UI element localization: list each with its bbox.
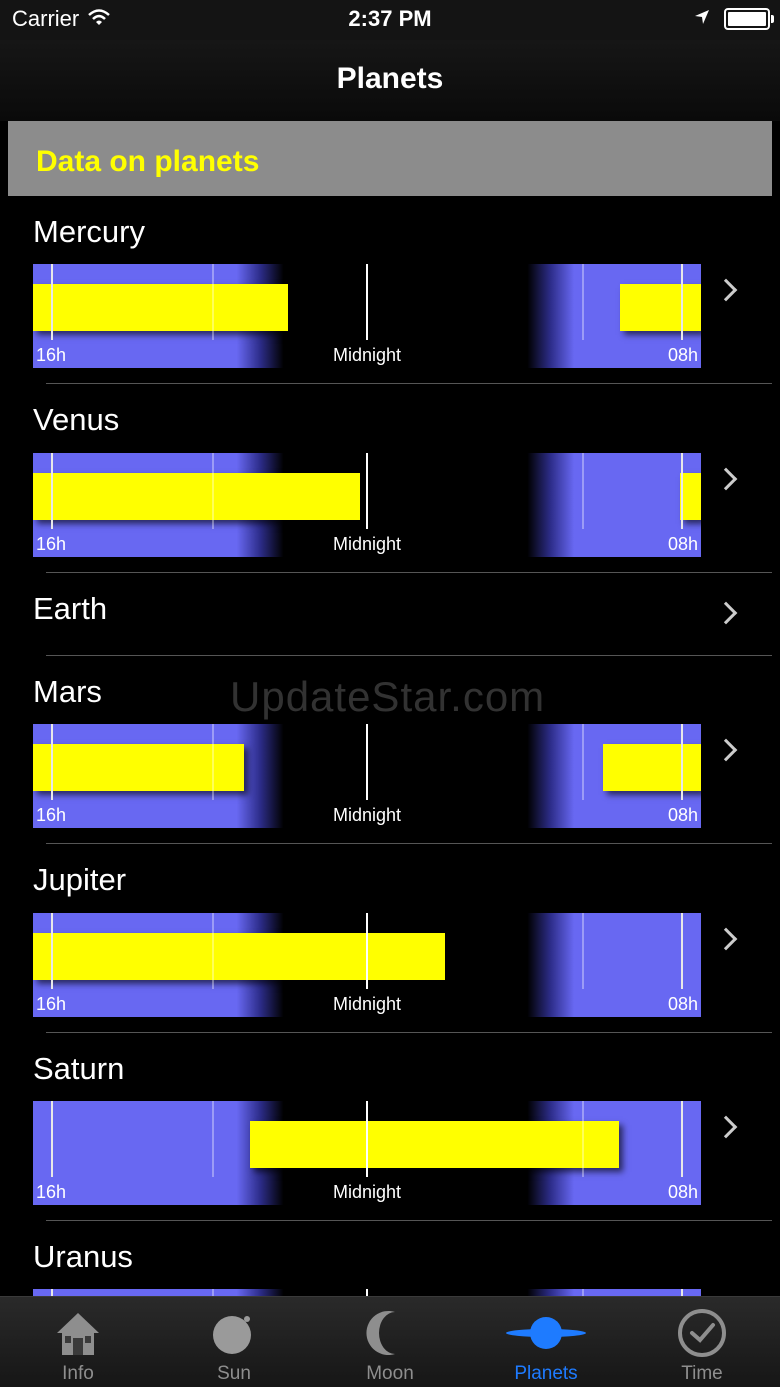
clock-time: 2:37 PM [348, 6, 432, 31]
tab-info[interactable]: Info [0, 1297, 156, 1387]
timeline-tick [212, 1289, 215, 1296]
timeline-midnight-label: Midnight [332, 345, 402, 365]
visibility-bar [250, 1121, 620, 1168]
navigation-bar: Planets [0, 40, 780, 121]
timeline-tick [366, 453, 368, 529]
visibility-timeline: 16h Midnight 08h [33, 724, 701, 828]
chevron-right-icon[interactable] [714, 738, 738, 762]
tab-label: Moon [366, 1363, 414, 1384]
chevron-right-icon[interactable] [714, 601, 738, 625]
timeline-end-label: 08h [667, 805, 698, 825]
timeline-tick [681, 1101, 684, 1177]
timeline-end-label: 08h [667, 534, 698, 554]
timeline-midnight-label: Midnight [332, 534, 402, 554]
timeline-tick [581, 1289, 584, 1296]
visibility-timeline: 16h Midnight 08h [33, 453, 701, 557]
section-title: Data on planets [36, 145, 260, 178]
chevron-right-icon[interactable] [714, 927, 738, 951]
sun-icon [156, 1305, 312, 1361]
timeline-tick [366, 913, 368, 989]
tab-label: Sun [217, 1363, 251, 1384]
location-arrow-icon [694, 9, 710, 30]
planet-row-earth[interactable]: Earth [8, 573, 772, 656]
visibility-timeline: 16h Midnight 08h [33, 1101, 701, 1205]
battery-icon [724, 8, 774, 30]
tab-label: Info [62, 1363, 94, 1384]
visibility-bar [619, 284, 701, 331]
chevron-right-icon[interactable] [714, 467, 738, 491]
visibility-bar [602, 744, 701, 791]
visibility-bar [33, 933, 446, 980]
planet-name: Uranus [33, 1239, 133, 1274]
timeline-tick [50, 264, 53, 340]
planet-name: Mercury [33, 214, 145, 249]
timeline-tick [681, 453, 684, 529]
page-title: Planets [336, 62, 444, 95]
timeline-midnight-label: Midnight [332, 805, 402, 825]
timeline-tick [50, 724, 53, 800]
planet-name: Mars [33, 674, 102, 709]
visibility-bar [33, 473, 361, 520]
planet-row-jupiter[interactable]: Jupiter 16h Midnight 08h [8, 844, 772, 1033]
visibility-bar [680, 473, 701, 520]
timeline-tick [50, 1101, 53, 1177]
timeline-tick [50, 453, 53, 529]
timeline-tick [681, 724, 684, 800]
timeline-end-label: 08h [667, 345, 698, 365]
visibility-timeline [33, 1289, 701, 1296]
planet-row-mercury[interactable]: Mercury 16h Midnight 08h [8, 196, 772, 384]
tab-planets[interactable]: Planets [468, 1297, 624, 1387]
planet-name: Saturn [33, 1051, 125, 1086]
section-header: Data on planets [8, 121, 772, 196]
timeline-tick [212, 453, 215, 529]
visibility-timeline: 16h Midnight 08h [33, 264, 701, 368]
timeline-tick [366, 1101, 368, 1177]
timeline-tick [581, 724, 584, 800]
planet-name: Earth [33, 591, 108, 626]
tab-bar: Info Sun Moon Planets Time [0, 1296, 780, 1387]
house-icon [0, 1305, 156, 1361]
timeline-tick [681, 1289, 684, 1296]
timeline-tick [212, 264, 215, 340]
timeline-tick [50, 1289, 53, 1296]
planet-row-venus[interactable]: Venus 16h Midnight 08h [8, 384, 772, 573]
watermark-text: UpdateStar.com [230, 673, 546, 720]
timeline-tick [681, 264, 684, 340]
status-right [694, 8, 774, 30]
tab-label: Time [681, 1363, 723, 1384]
planet-row-uranus[interactable]: Uranus [8, 1221, 772, 1296]
timeline-tick [50, 913, 53, 989]
clock-icon [624, 1305, 780, 1361]
chevron-right-icon[interactable] [714, 278, 738, 302]
timeline-midnight-label: Midnight [332, 1182, 402, 1202]
planet-name: Venus [33, 402, 120, 437]
planet-name: Jupiter [33, 862, 127, 897]
tab-sun[interactable]: Sun [156, 1297, 312, 1387]
tab-moon[interactable]: Moon [312, 1297, 468, 1387]
timeline-tick [212, 724, 215, 800]
timeline-tick [366, 264, 368, 340]
planet-row-saturn[interactable]: Saturn 16h Midnight 08h [8, 1033, 772, 1221]
timeline-tick [581, 1101, 584, 1177]
timeline-tick [366, 1289, 368, 1296]
timeline-tick [212, 1101, 215, 1177]
timeline-tick [212, 913, 215, 989]
moon-icon [312, 1305, 468, 1361]
tab-time[interactable]: Time [624, 1297, 780, 1387]
timeline-tick [581, 264, 584, 340]
timeline-tick [366, 724, 368, 800]
timeline-tick [581, 913, 584, 989]
tab-label: Planets [514, 1363, 578, 1384]
chevron-right-icon[interactable] [714, 1115, 738, 1139]
timeline-end-label: 08h [667, 994, 698, 1014]
timeline-tick [681, 913, 684, 989]
planet-icon [468, 1305, 624, 1361]
visibility-timeline: 16h Midnight 08h [33, 913, 701, 1017]
status-bar: Carrier 2:37 PM [0, 0, 780, 40]
timeline-end-label: 08h [667, 1182, 698, 1202]
visibility-bar [33, 284, 289, 331]
timeline-tick [581, 453, 584, 529]
timeline-midnight-label: Midnight [332, 994, 402, 1014]
